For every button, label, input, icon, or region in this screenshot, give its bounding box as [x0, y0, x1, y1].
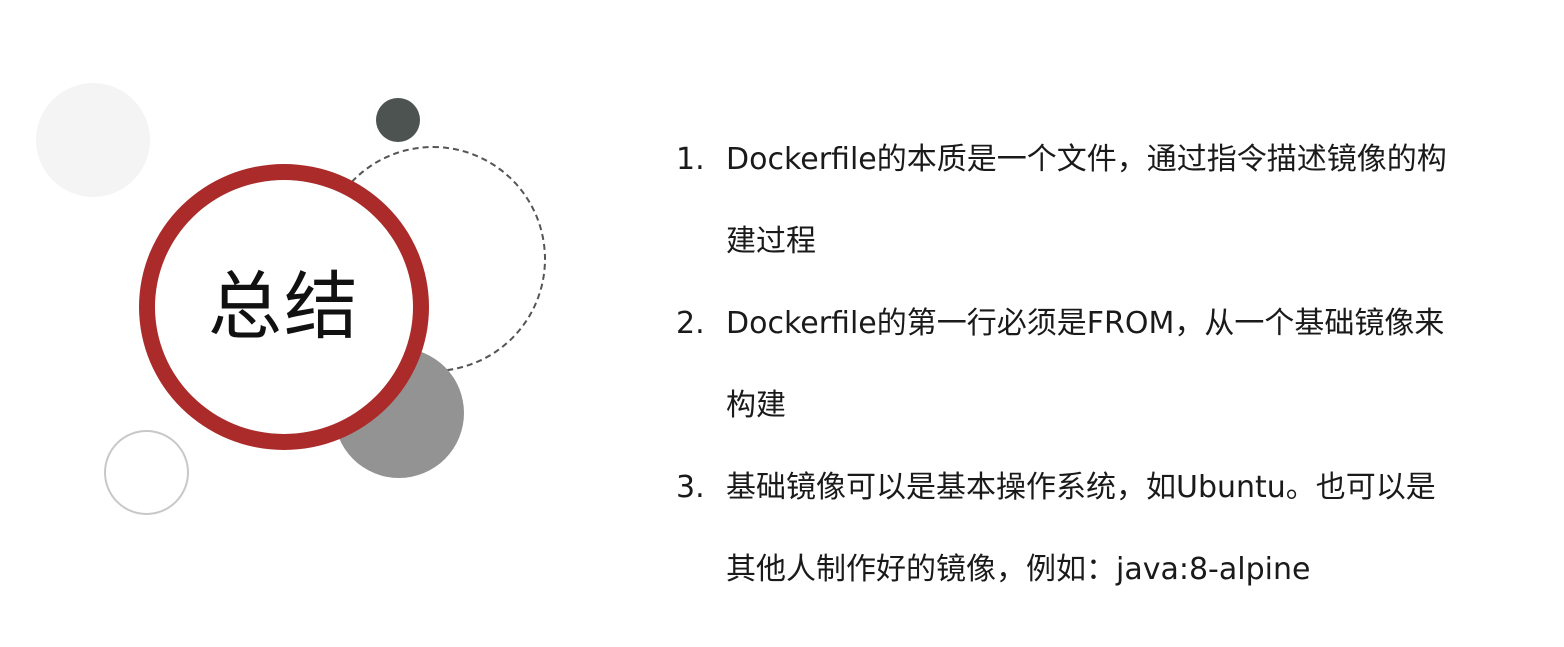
item-number: 1. — [676, 142, 705, 177]
slide: 总结 1. Dockerfile的本质是一个文件，通过指令描述镜像的构建过程 2… — [0, 0, 1564, 647]
outline-circle — [104, 430, 189, 515]
item-number: 3. — [676, 470, 705, 505]
summary-item: 2. Dockerfile的第一行必须是FROM，从一个基础镜像来构建 — [676, 283, 1476, 447]
item-text: Dockerfile的本质是一个文件，通过指令描述镜像的构建过程 — [726, 142, 1447, 259]
summary-item: 3. 基础镜像可以是基本操作系统，如Ubuntu。也可以是其他人制作好的镜像，例… — [676, 447, 1476, 611]
decorative-circles: 总结 — [0, 0, 600, 647]
dark-circle — [376, 98, 420, 142]
slide-title: 总结 — [208, 264, 360, 350]
title-ring: 总结 — [139, 164, 429, 450]
light-gray-circle — [36, 83, 150, 197]
summary-item: 1. Dockerfile的本质是一个文件，通过指令描述镜像的构建过程 — [676, 119, 1476, 283]
item-text: 基础镜像可以是基本操作系统，如Ubuntu。也可以是其他人制作好的镜像，例如：j… — [726, 470, 1436, 587]
summary-list: 1. Dockerfile的本质是一个文件，通过指令描述镜像的构建过程 2. D… — [676, 119, 1476, 611]
item-text: Dockerfile的第一行必须是FROM，从一个基础镜像来构建 — [726, 306, 1445, 423]
item-number: 2. — [676, 306, 705, 341]
